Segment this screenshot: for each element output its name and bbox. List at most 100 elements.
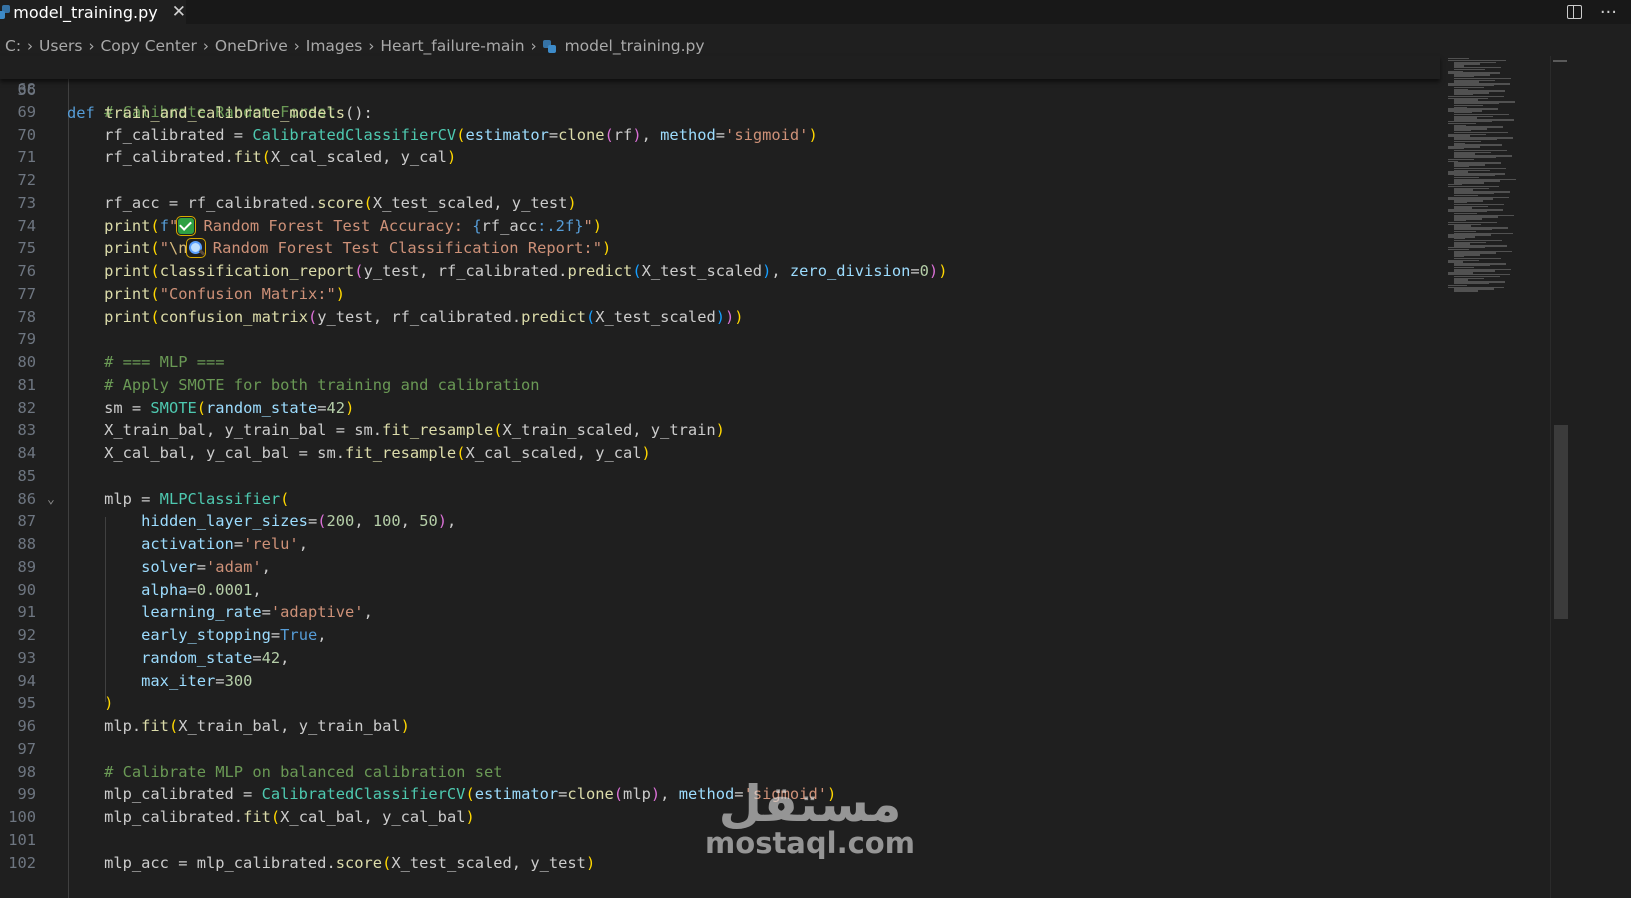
code-line[interactable]: 74 print(f" Random Forest Test Accuracy:… xyxy=(0,215,1440,238)
code-token: y_test, rf_calibrated. xyxy=(317,307,522,326)
breadcrumb-item[interactable]: Users xyxy=(39,37,82,55)
code-token: :.2f} xyxy=(537,216,584,235)
breadcrumb-item[interactable]: Images xyxy=(306,37,363,55)
code-line[interactable]: 89 solver='adam', xyxy=(0,556,1440,579)
code-token: = xyxy=(270,626,281,644)
breadcrumb-file[interactable]: model_training.py xyxy=(542,37,705,55)
code-line[interactable]: 78 print(confusion_matrix(y_test, rf_cal… xyxy=(0,306,1440,329)
line-number: 97 xyxy=(17,739,36,758)
line-number: 96 xyxy=(17,717,36,735)
code-token: , xyxy=(252,580,262,599)
code-token: 50 xyxy=(419,512,438,531)
breadcrumb-drive[interactable]: C: xyxy=(5,37,21,55)
code-token: sm = xyxy=(67,398,151,417)
code-token: " xyxy=(583,216,593,235)
code-line[interactable]: 92 early_stopping=True, xyxy=(0,624,1440,647)
code-token: ) xyxy=(437,512,448,531)
code-text: print("\n Random Forest Test Classificat… xyxy=(67,237,611,260)
code-editor[interactable]: 68 69 # Calibrate Random Forest 70 rf_cali… xyxy=(0,56,1440,898)
code-text: sm = SMOTE(random_state=42) xyxy=(67,397,354,420)
code-line[interactable]: 76 print(classification_report(y_test, r… xyxy=(0,260,1440,283)
code-line[interactable]: 96 mlp.fit(X_train_bal, y_train_bal) xyxy=(0,715,1440,738)
chevron-right-icon: › xyxy=(293,37,300,55)
close-icon[interactable]: ✕ xyxy=(172,2,186,22)
code-line[interactable]: 75 print("\n Random Forest Test Classifi… xyxy=(0,237,1440,260)
code-token: X_cal_scaled, y_cal xyxy=(270,148,447,167)
code-line[interactable]: 86 ⌄ mlp = MLPClassifier( xyxy=(0,488,1440,511)
code-token: 'sigmoid' xyxy=(725,125,809,144)
code-token: , xyxy=(317,626,327,644)
vertical-scrollbar-thumb[interactable] xyxy=(1554,425,1568,619)
line-number: 73 xyxy=(17,193,36,212)
code-line[interactable]: 73 rf_acc = rf_calibrated.score(X_test_s… xyxy=(0,192,1440,215)
code-line[interactable]: 71 rf_calibrated.fit(X_cal_scaled, y_cal… xyxy=(0,146,1440,169)
code-text: rf_acc = rf_calibrated.score(X_test_scal… xyxy=(67,192,577,215)
code-line[interactable]: 82 sm = SMOTE(random_state=42) xyxy=(0,397,1440,420)
code-token: X_test_scaled xyxy=(595,307,716,326)
code-token: learning_rate xyxy=(141,603,262,622)
line-number: 87 xyxy=(17,512,36,531)
line-number: 90 xyxy=(17,580,36,599)
code-token: = xyxy=(215,671,225,690)
line-number: 92 xyxy=(17,626,36,644)
code-token: ( xyxy=(317,512,327,531)
line-number: 98 xyxy=(17,762,36,781)
function-name: train_and_calibrate_models xyxy=(104,104,346,122)
code-line[interactable]: 70 rf_calibrated = CalibratedClassifierC… xyxy=(0,124,1440,147)
code-token: fit xyxy=(233,148,262,167)
code-token: ) xyxy=(465,808,475,826)
breadcrumb-item[interactable]: Copy Center xyxy=(100,37,196,55)
python-file-icon xyxy=(0,5,10,19)
code-token: = xyxy=(910,262,920,280)
code-line[interactable]: 85 xyxy=(0,465,1440,488)
code-token: ( xyxy=(363,193,373,212)
code-line[interactable]: 94 max_iter=300 xyxy=(0,670,1440,693)
code-token: ( xyxy=(150,307,160,326)
code-token: = xyxy=(196,557,207,576)
code-line[interactable]: 91 learning_rate='adaptive', xyxy=(0,601,1440,624)
more-actions-icon[interactable]: ··· xyxy=(1600,2,1617,23)
code-line[interactable]: 88 activation='relu', xyxy=(0,533,1440,556)
code-text: X_train_bal, y_train_bal = sm.fit_resamp… xyxy=(67,419,725,442)
code-token: ) xyxy=(567,193,577,212)
code-token: predict xyxy=(567,262,633,280)
fold-chevron-icon[interactable]: ⌄ xyxy=(47,488,55,511)
code-line[interactable]: 93 random_state=42, xyxy=(0,647,1440,670)
code-token: SMOTE xyxy=(150,398,197,417)
code-token: , xyxy=(641,125,661,144)
code-token: X_train_scaled, y_train xyxy=(502,421,716,440)
line-number: 93 xyxy=(17,648,36,667)
editor-tab-model-training[interactable]: model_training.py ✕ xyxy=(0,0,186,24)
code-line[interactable]: 68 xyxy=(0,78,1440,101)
code-line[interactable]: 95 ) xyxy=(0,692,1440,715)
split-editor-icon[interactable] xyxy=(1566,5,1582,19)
code-line[interactable]: 97 xyxy=(0,738,1440,761)
breadcrumb-item[interactable]: Heart_failure-main xyxy=(380,37,524,55)
code-token: f xyxy=(159,216,169,235)
code-token: 'adam' xyxy=(206,557,262,576)
code-line[interactable]: 83 X_train_bal, y_train_bal = sm.fit_res… xyxy=(0,419,1440,442)
code-token: X_cal_bal, y_cal_bal xyxy=(280,808,466,826)
code-token: rf_acc = rf_calibrated. xyxy=(67,193,318,212)
code-line[interactable]: 84 X_cal_bal, y_cal_bal = sm.fit_resampl… xyxy=(0,442,1440,465)
code-token: estimator xyxy=(465,125,549,144)
code-line[interactable]: 77 print("Confusion Matrix:") xyxy=(0,283,1440,306)
code-line[interactable]: 79 xyxy=(0,328,1440,351)
code-line[interactable]: 90 alpha=0.0001, xyxy=(0,579,1440,602)
code-line[interactable]: 72 xyxy=(0,169,1440,192)
breadcrumb-item[interactable]: OneDrive xyxy=(215,37,288,55)
code-token: = xyxy=(715,125,726,144)
code-line[interactable]: 80 # === MLP === xyxy=(0,351,1440,374)
sticky-scroll-header[interactable]: 36 def train_and_calibrate_models(): xyxy=(0,56,1440,122)
code-token: ( xyxy=(168,717,179,735)
code-line[interactable]: 81 # Apply SMOTE for both training and c… xyxy=(0,374,1440,397)
code-token: " xyxy=(159,239,169,258)
minimap[interactable] xyxy=(1440,56,1550,898)
code-line[interactable]: 87 hidden_layer_sizes=(200, 100, 50), xyxy=(0,510,1440,533)
watermark-arabic: مستقل xyxy=(718,775,902,833)
line-number: 83 xyxy=(17,421,36,440)
line-number: 77 xyxy=(17,284,36,303)
